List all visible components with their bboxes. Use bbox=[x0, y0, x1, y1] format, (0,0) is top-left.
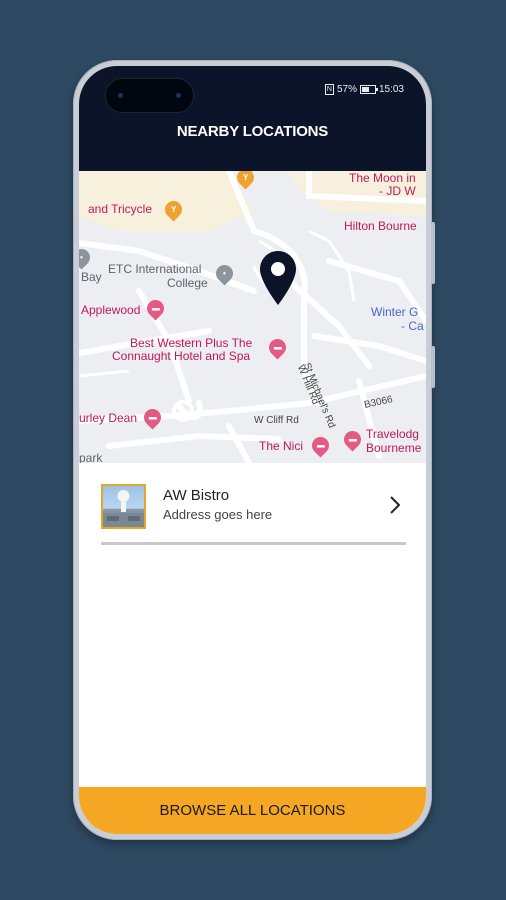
sim-icon: N bbox=[324, 84, 334, 95]
battery-icon bbox=[359, 85, 378, 94]
map-label-etc-2: College bbox=[167, 276, 208, 290]
front-camera bbox=[105, 78, 194, 113]
map-label-hilton: Hilton Bourne bbox=[344, 219, 417, 233]
power-button bbox=[431, 346, 435, 388]
map-label-travelodge-2: Bourneme bbox=[366, 441, 422, 455]
map-label-tricycle: and Tricycle bbox=[88, 202, 153, 216]
location-list-item[interactable]: AW Bistro Address goes here bbox=[101, 479, 406, 537]
battery-percent: 57% bbox=[336, 84, 357, 95]
location-name: AW Bistro bbox=[163, 487, 230, 504]
browse-all-locations-button[interactable]: BROWSE ALL LOCATIONS bbox=[79, 787, 426, 834]
map-label-bw-2: Connaught Hotel and Spa bbox=[112, 349, 251, 363]
app-header: N 57% 15:03 NEARBY LOCATIONS bbox=[79, 66, 426, 171]
clock: 15:03 bbox=[378, 84, 404, 95]
list-divider bbox=[101, 542, 406, 545]
map-label-etc-1: ETC International bbox=[108, 262, 202, 276]
app-screen: N 57% 15:03 NEARBY LOCATIONS The Moon in… bbox=[79, 66, 426, 834]
map-label-w-cliff: W Cliff Rd bbox=[254, 415, 299, 426]
location-marker-icon[interactable] bbox=[260, 251, 296, 305]
volume-button bbox=[431, 222, 435, 284]
map-label-jdw: - JD W bbox=[379, 184, 416, 198]
chevron-right-icon[interactable] bbox=[390, 496, 400, 514]
map-label-bay: Bay bbox=[81, 270, 102, 284]
map-label-park: park bbox=[79, 451, 103, 464]
page-title: NEARBY LOCATIONS bbox=[176, 123, 329, 140]
map-label-urley: urley Dean bbox=[79, 411, 138, 425]
map-view[interactable]: The Moon in - JD W and Tricycle Hilton B… bbox=[79, 171, 426, 463]
location-address: Address goes here bbox=[163, 507, 273, 522]
map-label-travelodge-1: Travelodg bbox=[366, 427, 419, 441]
status-bar: N 57% 15:03 bbox=[324, 84, 404, 95]
map-label-applewood: Applewood bbox=[81, 303, 141, 317]
map-label-nici: The Nici bbox=[259, 439, 304, 453]
map-label-winter-2: - Ca bbox=[401, 319, 424, 333]
map-label-winter-1: Winter G bbox=[371, 305, 419, 319]
location-thumbnail bbox=[101, 484, 146, 529]
